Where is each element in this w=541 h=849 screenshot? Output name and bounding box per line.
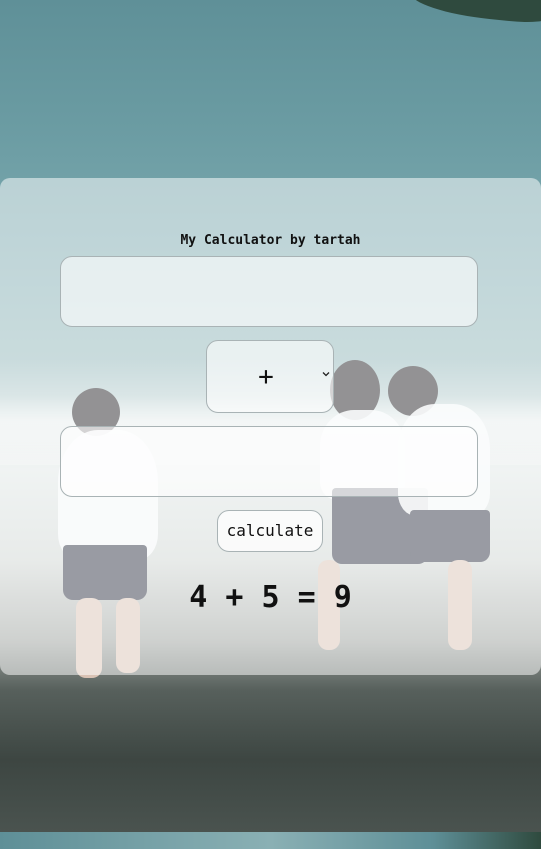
background-headland [409,0,541,26]
page-title: My Calculator by tartah [180,233,361,248]
operator-select[interactable]: + [206,340,334,413]
calculate-button[interactable]: calculate [217,510,323,552]
chevron-down-icon [322,372,330,377]
operator-selected-value: + [258,362,274,392]
first-number-input[interactable] [60,256,478,327]
result-text: 4 + 5 = 9 [189,580,352,615]
second-number-input[interactable] [60,426,478,497]
background-photo-tile-edge [0,832,541,849]
